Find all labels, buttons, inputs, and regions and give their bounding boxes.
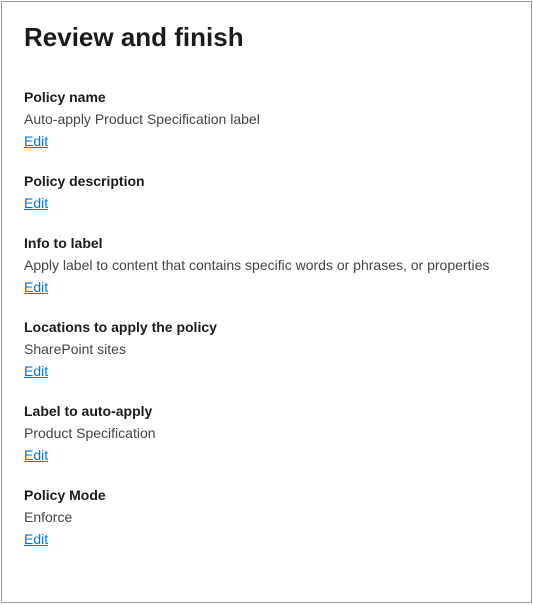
section-label-locations: Locations to apply the policy: [24, 319, 509, 335]
edit-link-policy-description[interactable]: Edit: [24, 195, 48, 211]
review-panel: Review and finish Policy name Auto-apply…: [1, 1, 532, 603]
section-label-label-to-apply: Label to auto-apply: [24, 403, 509, 419]
section-label-policy-description: Policy description: [24, 173, 509, 189]
page-title: Review and finish: [24, 22, 509, 53]
section-label-to-apply: Label to auto-apply Product Specificatio…: [24, 403, 509, 465]
edit-link-label-to-apply[interactable]: Edit: [24, 447, 48, 463]
section-value-label-to-apply: Product Specification: [24, 425, 509, 441]
section-label-policy-mode: Policy Mode: [24, 487, 509, 503]
section-policy-name: Policy name Auto-apply Product Specifica…: [24, 89, 509, 151]
section-value-info-to-label: Apply label to content that contains spe…: [24, 257, 509, 273]
section-value-policy-name: Auto-apply Product Specification label: [24, 111, 509, 127]
edit-link-policy-mode[interactable]: Edit: [24, 531, 48, 547]
section-label-policy-name: Policy name: [24, 89, 509, 105]
section-label-info-to-label: Info to label: [24, 235, 509, 251]
edit-link-info-to-label[interactable]: Edit: [24, 279, 48, 295]
edit-link-locations[interactable]: Edit: [24, 363, 48, 379]
section-policy-mode: Policy Mode Enforce Edit: [24, 487, 509, 549]
section-locations: Locations to apply the policy SharePoint…: [24, 319, 509, 381]
section-value-locations: SharePoint sites: [24, 341, 509, 357]
edit-link-policy-name[interactable]: Edit: [24, 133, 48, 149]
section-value-policy-mode: Enforce: [24, 509, 509, 525]
section-info-to-label: Info to label Apply label to content tha…: [24, 235, 509, 297]
section-policy-description: Policy description Edit: [24, 173, 509, 213]
